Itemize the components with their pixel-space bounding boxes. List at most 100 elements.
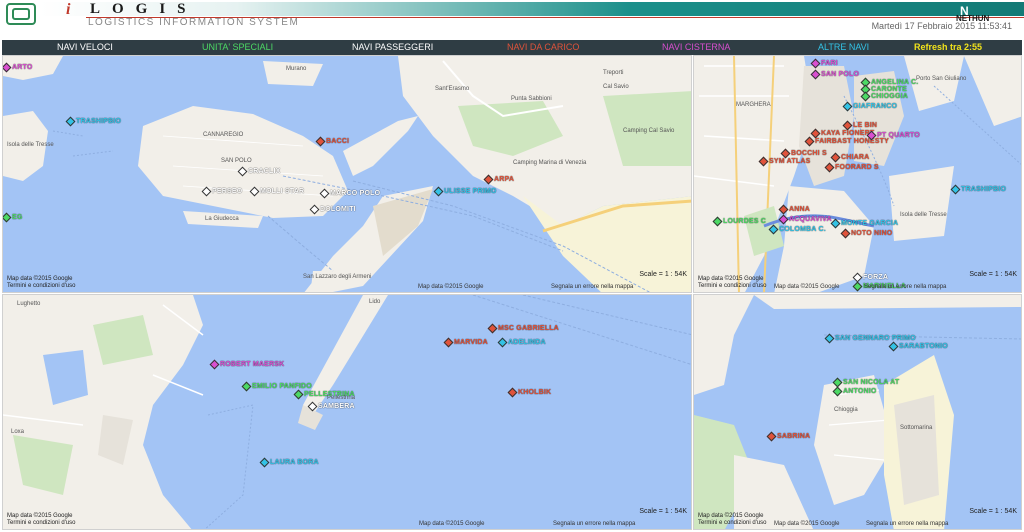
terms-link[interactable]: Termini e condizioni d'uso (698, 520, 767, 526)
ship-marker[interactable]: SYM ATLAS (758, 156, 810, 167)
ship-marker[interactable]: CHIOGGIA (860, 91, 908, 102)
ship-name: ROBERT MAERSK (220, 361, 285, 368)
ship-marker[interactable]: TRASHIPBIO (65, 116, 121, 127)
ship-marker[interactable]: ANNA (778, 204, 810, 215)
report-error-link[interactable]: Segnala un errore nella mappa (553, 521, 635, 527)
category-navi-passeggeri[interactable]: NAVI PASSEGGERI (352, 42, 433, 52)
ship-name: ACQUAVIVA (789, 216, 832, 223)
ship-marker[interactable]: ANGELINA C. (860, 77, 918, 88)
ship-marker[interactable]: ROBERT MAERSK (209, 359, 285, 370)
ship-name: CRACLIX (248, 168, 281, 175)
map-scale: Scale = 1 : 54K (639, 271, 687, 278)
ship-marker[interactable]: FARI (810, 58, 838, 69)
map-panel-chioggia[interactable]: Chioggia Sottomarina SAN GENNARO PRIMO S… (693, 294, 1022, 530)
terms-link[interactable]: Termini e condizioni d'uso (7, 520, 76, 526)
ship-marker[interactable]: CARONTE (860, 84, 907, 95)
ship-marker[interactable]: ARPA (483, 174, 514, 185)
ship-marker[interactable]: EG (3, 212, 23, 223)
ship-marker[interactable]: ADELINDA (497, 337, 546, 348)
place-label: Loxa (11, 429, 25, 435)
ship-marker[interactable]: FOORARD S (824, 162, 879, 173)
ship-marker[interactable]: CRACLIX (237, 166, 281, 177)
ship-marker[interactable]: BACCI (315, 136, 349, 147)
ship-marker[interactable]: SAN NICOLA AT (832, 377, 899, 388)
ship-marker[interactable]: LAURA BORA (259, 457, 319, 468)
ship-marker[interactable]: FORZA (852, 272, 889, 283)
map-lido-canvas (3, 295, 691, 529)
category-navi-cisterna[interactable]: NAVI CISTERNA (662, 42, 730, 52)
ship-marker[interactable]: NOTO NINO (840, 228, 892, 239)
ship-marker[interactable]: PERSEO (201, 186, 242, 197)
category-navi-veloci[interactable]: NAVI VELOCI (57, 42, 113, 52)
map-panel-marghera[interactable]: MARGHERA Isola delle Tresse Porto San Gi… (693, 55, 1022, 293)
report-error-link[interactable]: Segnala un errore nella mappa (866, 521, 948, 527)
ship-marker[interactable]: TRASHIPBIO (950, 184, 1006, 195)
ship-name: FORZA (863, 274, 889, 281)
map-attribution: Map data ©2015 Google Termini e condizion… (698, 513, 767, 526)
ship-marker[interactable]: ARTO (3, 62, 33, 73)
ship-marker[interactable]: CHIARA (830, 152, 870, 163)
ship-marker[interactable]: SABRINA (766, 431, 810, 442)
place-label: Camping Cal Savio (623, 128, 675, 134)
ship-marker[interactable]: MONTE GARCIA (830, 218, 898, 229)
map-panel-venezia[interactable]: Sant'Erasmo Punta Sabbioni Cal Savio Tre… (2, 55, 692, 293)
ship-marker-icon (443, 337, 454, 348)
ship-marker-icon (832, 386, 843, 397)
brand-prefix: i (66, 1, 71, 18)
ship-marker[interactable]: MOLLI STAR (249, 186, 305, 197)
ship-marker-icon (804, 136, 815, 147)
ship-marker[interactable]: DOLOMITI (309, 204, 356, 215)
ship-marker[interactable]: MARCO POLO (319, 188, 380, 199)
place-label: CANNAREGIO (203, 132, 244, 138)
ship-marker[interactable]: FAIRBAST HONESTY (804, 136, 889, 147)
ship-marker[interactable]: ULISSE PRIMO (433, 186, 497, 197)
logis-app: i LOGIS LOGISTICS INFORMATION SYSTEM N N… (0, 0, 1024, 532)
category-altre-navi[interactable]: ALTRE NAVI (818, 42, 869, 52)
category-navi-da-carico[interactable]: NAVI DA CARICO (507, 42, 579, 52)
ship-marker-icon (315, 136, 326, 147)
report-error-link[interactable]: Segnala un errore nella mappa (551, 284, 633, 290)
ship-name: ADELINDA (508, 339, 546, 346)
ship-marker[interactable]: BOCCHI S (780, 148, 827, 159)
ship-marker-icon (852, 281, 863, 292)
terms-link[interactable]: Termini e condizioni d'uso (7, 283, 76, 289)
ship-marker[interactable]: LOURDES C (712, 216, 766, 227)
place-label: Chioggia (834, 407, 858, 413)
company-logo-icon (6, 3, 36, 25)
ship-marker[interactable]: ACQUAVIVA (778, 214, 832, 225)
ship-marker[interactable]: SAN GENNARO PRIMO (824, 333, 916, 344)
ship-marker[interactable]: SARABTONIO (888, 341, 948, 352)
ship-marker[interactable]: PT QUARTO (866, 130, 920, 141)
ship-marker-icon (259, 457, 270, 468)
ship-marker[interactable]: MSC GABRIELLA (487, 323, 559, 334)
ship-marker[interactable]: SAMBERA (307, 401, 355, 412)
ship-marker[interactable]: SAN POLO (810, 69, 860, 80)
ship-name: MSC GABRIELLA (498, 325, 559, 332)
ship-name: SAN GENNARO PRIMO (835, 335, 916, 342)
ship-name: FARI (821, 60, 838, 67)
ship-marker[interactable]: KHOLBIK (507, 387, 551, 398)
ship-marker[interactable]: EMILIO PANFIDO (241, 381, 312, 392)
map-scale: Scale = 1 : 54K (639, 508, 687, 515)
map-data-credit: Map data ©2015 Google (419, 521, 485, 527)
ship-marker[interactable]: ANTONIO (832, 386, 877, 397)
map-attribution: Map data ©2015 Google Termini e condizion… (7, 513, 76, 526)
report-error-link[interactable]: Segnala un errore nella mappa (864, 284, 946, 290)
ship-marker-icon (866, 130, 877, 141)
ship-name: MOLLI STAR (260, 188, 305, 195)
ship-marker-icon (888, 341, 899, 352)
ship-marker[interactable]: COLOMBA C. (768, 224, 826, 235)
category-unita-speciali[interactable]: UNITA' SPECIALI (202, 42, 273, 52)
ship-marker[interactable]: LE BIN (842, 120, 877, 131)
place-label: Punta Sabbioni (511, 96, 552, 102)
ship-name: CHIARA (841, 154, 870, 161)
ship-name: DOLOMITI (320, 206, 356, 213)
terms-link[interactable]: Termini e condizioni d'uso (698, 283, 767, 289)
ship-marker[interactable]: GIAFRANCO (842, 101, 897, 112)
ship-marker[interactable]: PELLESTRINA (293, 389, 355, 400)
ship-marker[interactable]: KAYA FIONERT (810, 128, 874, 139)
map-panel-lido[interactable]: Lughetto Lido Loxa Pellestrina MSC GABRI… (2, 294, 692, 530)
ship-marker[interactable]: MARVIDA (443, 337, 488, 348)
map-venezia-canvas (3, 56, 691, 292)
ship-name: SAN POLO (821, 71, 860, 78)
